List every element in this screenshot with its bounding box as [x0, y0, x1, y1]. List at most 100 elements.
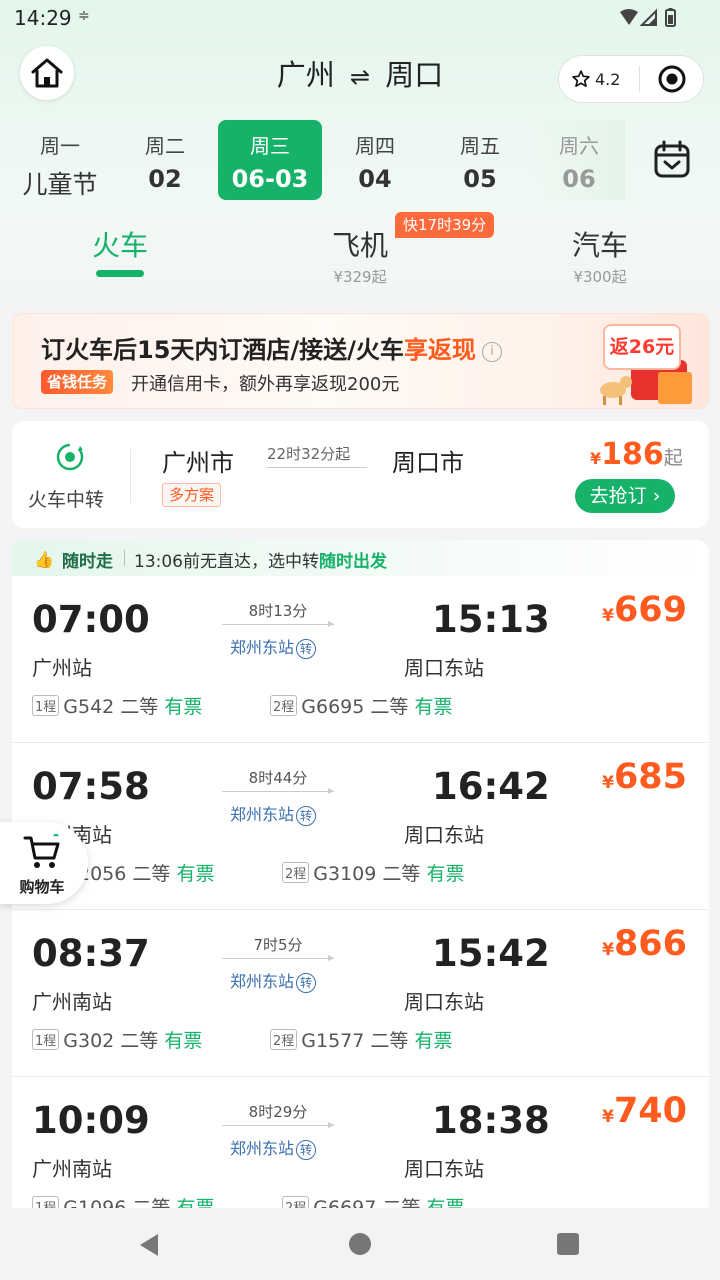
- anytime-text-pre: 13:06前无直达，选中转: [134, 552, 319, 572]
- transfer-label: 火车中转: [28, 489, 105, 511]
- price-symbol: ¥: [602, 606, 614, 626]
- rating-value: 4.2: [595, 69, 621, 89]
- price: ¥685: [602, 757, 687, 797]
- arrival-station: 周口东站: [404, 990, 484, 1014]
- price-symbol: ¥: [590, 449, 602, 468]
- route-arrow: [222, 1122, 334, 1128]
- cart-icon: [23, 834, 60, 868]
- system-nav-bar: [0, 1208, 720, 1280]
- route-arrow: [222, 788, 334, 794]
- banner-title-highlight: 享返现: [403, 336, 476, 364]
- availability: 有票: [176, 863, 215, 885]
- departure-time: 07:58: [32, 765, 150, 808]
- segment-2: 2程 G3109 二等 有票: [282, 859, 464, 886]
- banner-title-text: 订火车后15天内订酒店/接送/火车: [41, 336, 404, 364]
- grab-ticket-button[interactable]: 去抢订 ›: [575, 479, 675, 513]
- faster-badge: 快17时39分: [395, 212, 495, 238]
- mini-program-capsule: 4.2: [558, 55, 704, 103]
- date-item-tue[interactable]: 周二 02: [113, 120, 217, 200]
- transfer-card[interactable]: 火车中转 广州市 多方案 22时32分起 周口市 ¥186起 去抢订 ›: [12, 421, 709, 528]
- date-day: 02: [148, 165, 182, 193]
- transfer-station: 郑州东站转: [230, 1135, 317, 1160]
- banner-title: 订火车后15天内订酒店/接送/火车享返现 i: [41, 330, 502, 365]
- availability: 有票: [414, 1030, 453, 1052]
- train-row[interactable]: 07:58 广州南站 8时44分 郑州东站转 16:42 周口东站 ¥685 1…: [12, 743, 709, 910]
- anytime-tag: 随时走: [62, 552, 113, 572]
- route-from: 广州: [276, 58, 335, 92]
- date-day: 06: [562, 165, 596, 193]
- date-item-mon[interactable]: 周一 儿童节: [8, 120, 112, 200]
- departure-time: 08:37: [32, 932, 150, 975]
- info-icon[interactable]: i: [481, 342, 502, 362]
- date-item-wed-selected[interactable]: 周三 06-03: [218, 120, 322, 200]
- price-suffix: 起: [663, 447, 683, 469]
- recents-icon[interactable]: [556, 1232, 580, 1256]
- via-station: 郑州东站: [230, 638, 295, 657]
- date-item-thu[interactable]: 周四 04: [323, 120, 427, 200]
- transfer-station: 郑州东站转: [230, 801, 317, 826]
- segment-number: 1程: [32, 695, 60, 716]
- notification-icon: ≑: [78, 8, 90, 24]
- tab-bus[interactable]: 汽车 ¥300起: [500, 224, 700, 287]
- shopping-cart-button[interactable]: 购物车: [0, 822, 88, 904]
- price-symbol: ¥: [602, 1107, 614, 1127]
- availability: 有票: [164, 696, 203, 718]
- date-day: 05: [463, 165, 497, 193]
- back-icon[interactable]: [136, 1232, 162, 1258]
- date-weekday: 周二: [145, 134, 185, 158]
- via-station: 郑州东站: [230, 972, 295, 991]
- arrival-time: 15:42: [432, 932, 550, 975]
- price: ¥866: [602, 924, 687, 964]
- date-day: 06-03: [231, 165, 309, 193]
- target-icon: [658, 65, 685, 93]
- transfer-from: 广州市: [162, 449, 234, 477]
- transfer-duration: 22时32分起: [267, 445, 351, 463]
- duration: 8时29分: [248, 1103, 308, 1121]
- price-value: 866: [613, 924, 687, 964]
- horse-icon: [595, 372, 635, 408]
- price: ¥669: [602, 590, 687, 630]
- status-bar: 14:29 ≑: [0, 0, 720, 36]
- date-item-fri[interactable]: 周五 05: [428, 120, 532, 200]
- date-item-sat[interactable]: 周六 06: [533, 120, 625, 200]
- calendar-icon: [654, 140, 690, 178]
- anytime-text: 13:06前无直达，选中转随时出发: [134, 547, 387, 572]
- route-arrow: [222, 621, 334, 627]
- calendar-button[interactable]: [648, 140, 696, 188]
- duration: 7时5分: [253, 936, 303, 954]
- status-icons: [618, 8, 680, 32]
- arrival-station: 周口东站: [404, 656, 484, 680]
- transfer-mark-icon: 转: [296, 639, 317, 659]
- arrival-time: 16:42: [432, 765, 550, 808]
- status-time: 14:29: [14, 6, 72, 30]
- tab-train[interactable]: 火车: [20, 224, 220, 264]
- segment-number: 2程: [270, 695, 298, 716]
- swap-icon[interactable]: ⇌: [350, 63, 370, 91]
- thumbs-up-icon: 👍: [34, 550, 54, 569]
- date-weekday: 周三: [250, 134, 290, 158]
- train-row[interactable]: 07:00 广州站 8时13分 郑州东站转 15:13 周口东站 ¥669 1程…: [12, 576, 709, 743]
- availability: 有票: [426, 863, 465, 885]
- duration: 8时13分: [248, 602, 308, 620]
- departure-station: 广州南站: [32, 990, 112, 1014]
- duration: 8时44分: [248, 769, 308, 787]
- arrival-station: 周口东站: [404, 823, 484, 847]
- rating-button[interactable]: 4.2: [559, 69, 639, 89]
- segment-2: 2程 G6695 二等 有票: [270, 692, 452, 719]
- segment-train: G3109 二等: [313, 863, 421, 885]
- segment-1: 1程 G302 二等 有票: [32, 1026, 202, 1053]
- date-weekday: 周六: [559, 134, 599, 158]
- segment-number: 2程: [270, 1029, 298, 1050]
- departure-time: 07:00: [32, 598, 150, 641]
- transfer-station: 郑州东站转: [230, 968, 317, 993]
- route-arrow: [222, 955, 334, 961]
- home-circle-icon[interactable]: [348, 1232, 372, 1256]
- price-symbol: ¥: [602, 773, 614, 793]
- cashback-banner[interactable]: 订火车后15天内订酒店/接送/火车享返现 i 省钱任务 开通信用卡，额外再享返现2…: [12, 313, 709, 409]
- date-weekday: 周四: [355, 134, 395, 158]
- departure-time: 10:09: [32, 1099, 150, 1142]
- transfer-icon: [54, 441, 86, 477]
- transfer-to: 周口市: [392, 449, 464, 477]
- train-row[interactable]: 08:37 广州南站 7时5分 郑州东站转 15:42 周口东站 ¥866 1程…: [12, 910, 709, 1077]
- close-mini-program-button[interactable]: [640, 64, 703, 94]
